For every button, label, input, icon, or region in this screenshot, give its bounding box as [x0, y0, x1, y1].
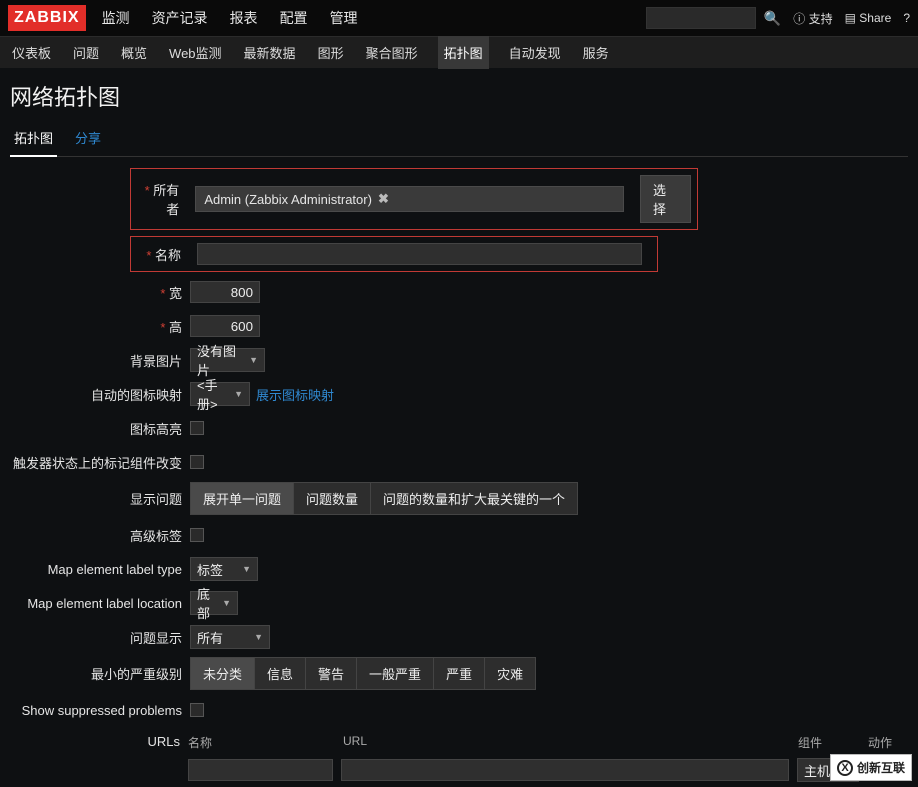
bg-select[interactable]: 没有图片 [190, 348, 265, 372]
share-label: Share [859, 11, 891, 25]
labelloc-select[interactable]: 底部 [190, 591, 238, 615]
tab-map[interactable]: 拓扑图 [10, 120, 57, 157]
iconmap-select[interactable]: <手册> [190, 382, 250, 406]
height-input[interactable] [190, 315, 260, 337]
subnav-services[interactable]: 服务 [581, 36, 611, 69]
subnav-problems[interactable]: 问题 [71, 36, 101, 69]
tabs: 拓扑图 分享 [10, 120, 908, 157]
owner-highlight: 所有者 Admin (Zabbix Administrator) ✖ 选择 [130, 168, 698, 230]
iconmap-value: <手册> [197, 375, 224, 413]
urls-label: URLs [10, 730, 188, 749]
subnav-discovery[interactable]: 自动发现 [507, 36, 563, 69]
content: 网络拓扑图 拓扑图 分享 所有者 Admin (Zabbix Administr… [0, 68, 918, 787]
width-input[interactable] [190, 281, 260, 303]
topbar: ZABBIX 监测 资产记录 报表 配置 管理 🔍 ⓘ 支持 ▤ Share ? [0, 0, 918, 36]
search-input[interactable] [646, 7, 756, 29]
minsev-opt-2[interactable]: 警告 [306, 658, 357, 689]
urls-row: 主机 移除 [188, 755, 908, 785]
urls-head-url: URL [343, 734, 798, 751]
bg-label: 背景图片 [10, 351, 190, 370]
minsev-opt-0[interactable]: 未分类 [191, 658, 255, 689]
labelloc-label: Map element label location [10, 596, 190, 611]
labeltype-label: Map element label type [10, 562, 190, 577]
suppress-checkbox[interactable] [190, 703, 204, 717]
owner-remove-icon[interactable]: ✖ [378, 191, 389, 207]
subnav-maps[interactable]: 拓扑图 [438, 36, 489, 69]
minsev-opt-5[interactable]: 灾难 [485, 658, 535, 689]
advlabel-checkbox[interactable] [190, 528, 204, 542]
subnav-web[interactable]: Web监测 [167, 36, 224, 69]
subnav-screens[interactable]: 聚合图形 [364, 36, 420, 69]
subnav-latest[interactable]: 最新数据 [242, 36, 298, 69]
owner-label: 所有者 [137, 180, 187, 218]
search-icon[interactable]: 🔍 [764, 10, 781, 27]
labeltype-value: 标签 [197, 560, 223, 579]
name-highlight: 名称 [130, 236, 658, 272]
iconmap-show-link[interactable]: 展示图标映射 [256, 385, 334, 404]
topnav-config[interactable]: 配置 [278, 0, 310, 36]
showprob-opt-2[interactable]: 问题的数量和扩大最关键的一个 [371, 483, 577, 514]
width-label: 宽 [10, 283, 190, 302]
logo[interactable]: ZABBIX [8, 5, 86, 31]
showprob-group: 展开单一问题 问题数量 问题的数量和扩大最关键的一个 [190, 482, 578, 515]
labelloc-value: 底部 [197, 584, 212, 622]
labeltype-select[interactable]: 标签 [190, 557, 258, 581]
name-label: 名称 [137, 245, 189, 264]
brand-text: 创新互联 [857, 759, 905, 776]
topnav: 监测 资产记录 报表 配置 管理 [100, 0, 360, 36]
urls-url-input[interactable] [341, 759, 789, 781]
owner-select-button[interactable]: 选择 [640, 175, 691, 223]
bg-value: 没有图片 [197, 341, 239, 379]
highlight-label: 图标高亮 [10, 419, 190, 438]
subnav: 仪表板 问题 概览 Web监测 最新数据 图形 聚合图形 拓扑图 自动发现 服务 [0, 36, 918, 68]
name-input[interactable] [197, 243, 642, 265]
support-label: 支持 [809, 12, 833, 26]
form: 所有者 Admin (Zabbix Administrator) ✖ 选择 名称… [10, 165, 908, 787]
support-link[interactable]: ⓘ 支持 [793, 10, 832, 27]
subnav-graphs[interactable]: 图形 [316, 36, 346, 69]
minsev-opt-3[interactable]: 一般严重 [357, 658, 434, 689]
owner-value: Admin (Zabbix Administrator) [204, 192, 372, 207]
brand-badge: X 创新互联 [830, 754, 912, 781]
probdisp-select[interactable]: 所有 [190, 625, 270, 649]
showprob-label: 显示问题 [10, 489, 190, 508]
subnav-overview[interactable]: 概览 [119, 36, 149, 69]
minsev-opt-1[interactable]: 信息 [255, 658, 306, 689]
topnav-admin[interactable]: 管理 [328, 0, 360, 36]
showprob-opt-0[interactable]: 展开单一问题 [191, 483, 294, 514]
topbar-right: 🔍 ⓘ 支持 ▤ Share ? [646, 7, 910, 29]
urls-head: 名称 URL 组件 动作 [188, 730, 908, 755]
minsev-group: 未分类 信息 警告 一般严重 严重 灾难 [190, 657, 536, 690]
urls-head-name: 名称 [188, 734, 343, 751]
subnav-dashboard[interactable]: 仪表板 [10, 36, 53, 69]
probdisp-label: 问题显示 [10, 628, 190, 647]
urls-head-element: 组件 [798, 734, 868, 751]
highlight-checkbox[interactable] [190, 421, 204, 435]
share-link[interactable]: ▤ Share [845, 11, 892, 25]
owner-tagbox[interactable]: Admin (Zabbix Administrator) ✖ [195, 186, 624, 212]
suppress-label: Show suppressed problems [10, 703, 190, 718]
iconmap-label: 自动的图标映射 [10, 385, 190, 404]
urls-head-action: 动作 [868, 734, 908, 751]
probdisp-value: 所有 [197, 628, 223, 647]
advlabel-label: 高级标签 [10, 526, 190, 545]
urls-name-input[interactable] [188, 759, 333, 781]
page-title: 网络拓扑图 [10, 80, 908, 112]
help-link[interactable]: ? [903, 11, 910, 25]
showprob-opt-1[interactable]: 问题数量 [294, 483, 371, 514]
topnav-reports[interactable]: 报表 [228, 0, 260, 36]
urls-table: 名称 URL 组件 动作 主机 移除 添加 [188, 730, 908, 787]
urls-element-value: 主机 [804, 761, 830, 780]
minsev-opt-4[interactable]: 严重 [434, 658, 485, 689]
topnav-monitor[interactable]: 监测 [100, 0, 132, 36]
trigger-checkbox[interactable] [190, 455, 204, 469]
brand-icon: X [837, 760, 853, 776]
topnav-inventory[interactable]: 资产记录 [150, 0, 210, 36]
minsev-label: 最小的严重级别 [10, 664, 190, 683]
height-label: 高 [10, 317, 190, 336]
tab-share[interactable]: 分享 [71, 120, 105, 156]
trigger-label: 触发器状态上的标记组件改变 [10, 453, 190, 472]
